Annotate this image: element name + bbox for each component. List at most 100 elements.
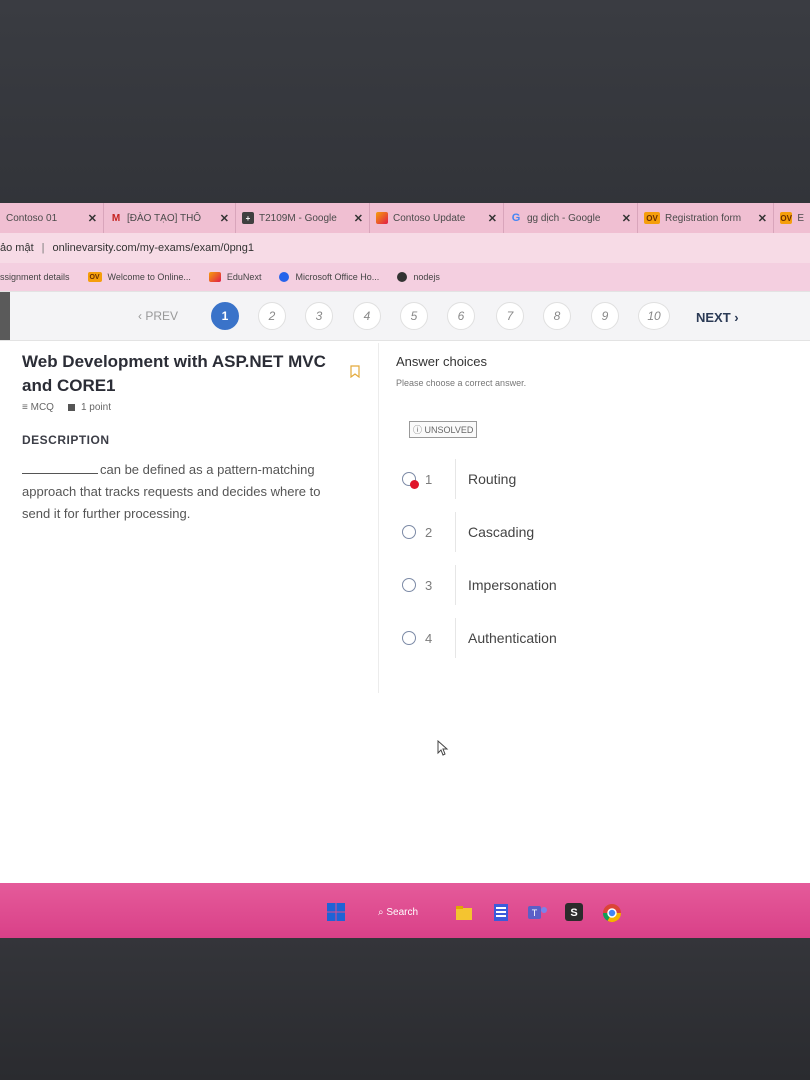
bookmark-nodejs[interactable]: nodejs — [397, 272, 440, 282]
bookmark-welcome[interactable]: OV Welcome to Online... — [87, 272, 191, 282]
tab-gg-dich[interactable]: G gg dịch - Google ✕ — [504, 203, 638, 233]
bookmark-icon[interactable] — [350, 365, 360, 378]
google-icon: G — [511, 212, 521, 224]
ov-icon: OV — [644, 212, 660, 224]
side-strip — [0, 292, 10, 340]
question-number-5[interactable]: 5 — [400, 302, 428, 330]
tab-t2109m[interactable]: + T2109M - Google ✕ — [236, 203, 370, 233]
answer-option-4[interactable]: 4 Authentication — [402, 618, 732, 658]
tab-dao-tao[interactable]: M [ĐÀO TẠO] THÔ ✕ — [104, 203, 236, 233]
divider — [455, 565, 456, 605]
close-icon[interactable]: ✕ — [488, 212, 497, 225]
svg-text:S: S — [570, 907, 577, 919]
bookmark-label: EduNext — [226, 272, 262, 282]
divider — [455, 512, 456, 552]
option-label: Cascading — [468, 524, 535, 540]
bookmark-office[interactable]: Microsoft Office Ho... — [279, 272, 379, 282]
points-icon — [67, 404, 75, 411]
question-number-6[interactable]: 6 — [447, 302, 475, 330]
question-number-9[interactable]: 9 — [591, 302, 619, 330]
tab-label: Registration form — [665, 212, 742, 224]
chrome-icon[interactable] — [602, 903, 622, 923]
gmail-icon: M — [111, 212, 121, 224]
monitor-bezel-bottom — [0, 938, 810, 1080]
question-number-4[interactable]: 4 — [353, 302, 381, 330]
close-icon[interactable]: ✕ — [354, 212, 363, 225]
question-points: 1 point — [80, 402, 111, 413]
url-text[interactable]: onlinevarsity.com/my-exams/exam/0png1 — [53, 242, 255, 254]
question-number-10[interactable]: 10 — [638, 302, 670, 330]
option-number: 2 — [425, 524, 433, 540]
question-pager: ‹ PREV 1 2 3 4 5 6 7 8 9 10 NEXT › — [0, 291, 810, 341]
app-s-icon[interactable]: S — [565, 903, 583, 921]
ov-icon: OV — [87, 272, 102, 282]
tab-registration-form[interactable]: OV Registration form ✕ — [638, 203, 774, 233]
question-number-2[interactable]: 2 — [258, 302, 286, 330]
option-label: Routing — [468, 471, 517, 487]
edunext-icon — [376, 212, 388, 224]
radio-button[interactable] — [402, 578, 416, 592]
tab-label: gg dịch - Google — [527, 212, 601, 224]
monitor-bezel-top — [0, 0, 810, 205]
tab-contoso-01[interactable]: Contoso 01 ✕ — [0, 203, 104, 233]
taskbar-search[interactable]: ⌕ Search — [378, 907, 418, 918]
divider — [455, 459, 456, 499]
radio-button[interactable] — [402, 525, 416, 539]
windows-start-icon[interactable] — [326, 902, 346, 922]
radio-button[interactable] — [402, 631, 416, 645]
option-number: 1 — [425, 471, 433, 487]
tab-label: [ĐÀO TẠO] THÔ — [127, 212, 202, 224]
browser-tab-bar: Contoso 01 ✕ M [ĐÀO TẠO] THÔ ✕ + T2109M … — [0, 203, 810, 233]
classroom-icon: + — [242, 212, 254, 224]
nodejs-icon — [397, 272, 408, 282]
bookmark-edunext[interactable]: EduNext — [208, 272, 262, 282]
close-icon[interactable]: ✕ — [622, 212, 631, 225]
bookmark-label: Welcome to Online... — [107, 272, 191, 282]
mcq-icon: ≡ — [22, 402, 31, 413]
question-number-1[interactable]: 1 — [211, 302, 239, 330]
tab-e[interactable]: OV E — [774, 203, 810, 233]
screen: Contoso 01 ✕ M [ĐÀO TẠO] THÔ ✕ + T2109M … — [0, 203, 810, 938]
svg-text:T: T — [532, 908, 538, 918]
question-type: MCQ — [30, 402, 54, 413]
search-label: Search — [386, 907, 419, 918]
mouse-cursor-icon — [437, 740, 449, 756]
question-number-8[interactable]: 8 — [543, 302, 571, 330]
office-icon — [279, 272, 290, 282]
address-bar[interactable]: ảo mật | onlinevarsity.com/my-exams/exam… — [0, 233, 810, 263]
option-number: 3 — [425, 577, 433, 593]
close-icon[interactable]: ✕ — [220, 212, 229, 225]
option-label: Impersonation — [468, 577, 557, 593]
next-button[interactable]: NEXT › — [696, 310, 739, 325]
bookmark-label: ssignment details — [0, 272, 70, 282]
bookmark-assignment-details[interactable]: ssignment details — [0, 272, 70, 282]
option-label: Authentication — [468, 630, 557, 646]
radio-button[interactable] — [402, 472, 419, 489]
panel-divider — [378, 343, 379, 693]
divider — [455, 618, 456, 658]
prev-button[interactable]: ‹ PREV — [138, 309, 178, 323]
tab-contoso-update[interactable]: Contoso Update ✕ — [370, 203, 504, 233]
tab-label: Contoso Update — [393, 212, 466, 224]
file-explorer-icon[interactable] — [456, 906, 472, 920]
security-label: ảo mật — [0, 242, 34, 254]
answer-option-1[interactable]: 1 Routing — [402, 459, 732, 499]
answer-option-3[interactable]: 3 Impersonation — [402, 565, 732, 605]
bookmarks-bar: ssignment details OV Welcome to Online..… — [0, 263, 810, 291]
taskbar: ⌕ Search T S — [0, 883, 810, 938]
divider: | — [41, 242, 45, 254]
description: can be defined as a pattern-matching app… — [22, 459, 352, 525]
question-number-7[interactable]: 7 — [496, 302, 524, 330]
teams-icon[interactable]: T — [528, 904, 548, 921]
answer-option-2[interactable]: 2 Cascading — [402, 512, 732, 552]
notepad-icon[interactable] — [494, 904, 508, 921]
bookmark-label: nodejs — [413, 272, 440, 282]
ov-icon: OV — [780, 212, 793, 224]
close-icon[interactable]: ✕ — [88, 212, 97, 225]
marker-dot — [410, 480, 419, 489]
tab-label: E — [797, 212, 804, 224]
tab-label: Contoso 01 — [6, 212, 58, 224]
close-icon[interactable]: ✕ — [758, 212, 767, 225]
question-number-3[interactable]: 3 — [305, 302, 333, 330]
option-number: 4 — [425, 630, 433, 646]
